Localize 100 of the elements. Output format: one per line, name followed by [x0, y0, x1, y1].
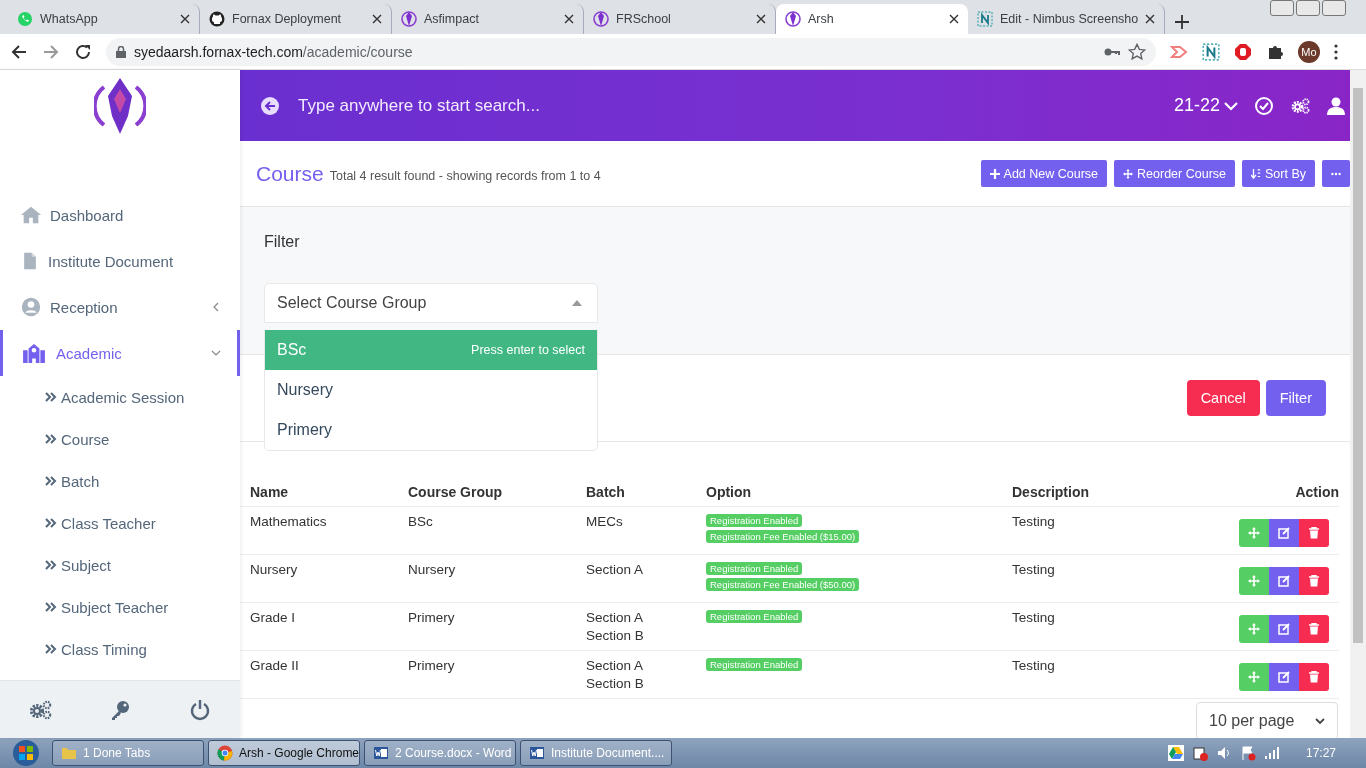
edit-button[interactable]	[1269, 615, 1299, 643]
double-chevron-icon	[45, 434, 57, 444]
back-icon[interactable]	[10, 42, 28, 61]
move-icon	[1123, 168, 1134, 179]
table-cell-text: Primery	[408, 610, 456, 625]
signal-icon[interactable]	[1263, 745, 1280, 761]
star-icon[interactable]	[1128, 42, 1146, 61]
sidebar-subitem[interactable]: Course	[0, 418, 240, 460]
table-cell-text: Primery	[408, 658, 456, 673]
forward-icon[interactable]	[42, 42, 60, 61]
table-cell-text: Testing	[1012, 514, 1056, 529]
flag-icon[interactable]	[1239, 745, 1256, 761]
chevron-down-icon	[1224, 100, 1238, 111]
gears-icon[interactable]	[28, 698, 52, 721]
action-button[interactable]: Sort By	[1242, 160, 1315, 187]
column-header: Option	[706, 484, 752, 500]
menu-icon[interactable]	[1334, 43, 1338, 60]
sidebar-item[interactable]: Reception	[0, 284, 240, 330]
new-tab-icon[interactable]	[1175, 15, 1190, 29]
key-icon[interactable]	[1104, 46, 1120, 57]
dropdown-option[interactable]: Primery	[265, 410, 597, 450]
stop-sign-icon[interactable]	[1234, 42, 1252, 61]
course-group-select[interactable]: Select Course Group	[264, 283, 598, 323]
edit-icon	[1278, 527, 1290, 539]
device-icon[interactable]	[1191, 745, 1208, 761]
gem-logo-icon	[94, 77, 146, 135]
edit-icon	[1278, 575, 1290, 587]
double-chevron-icon	[45, 518, 57, 528]
table-cell-text: Testing	[1012, 658, 1056, 673]
column-header: Batch	[586, 484, 625, 500]
delete-button[interactable]	[1299, 663, 1329, 691]
action-button[interactable]: Add New Course	[980, 160, 1108, 187]
gem-logo-icon	[785, 11, 801, 27]
sort-icon	[1251, 168, 1261, 179]
action-button[interactable]: Reorder Course	[1114, 160, 1235, 187]
table-cell-text: Section B	[586, 676, 645, 691]
gears-icon[interactable]	[1290, 95, 1310, 116]
sidebar-subitem[interactable]: Subject Teacher	[0, 586, 240, 628]
column-header: Action	[1295, 484, 1339, 500]
taskbar-item[interactable]: Arsh - Google Chrome	[208, 740, 360, 766]
per-page-select[interactable]: 10 per page	[1196, 702, 1338, 738]
profile-avatar[interactable]: Mo	[1298, 40, 1320, 63]
lock-icon	[116, 45, 126, 58]
search-field[interactable]: Type anywhere to start search...	[296, 94, 1158, 117]
delete-button[interactable]	[1299, 567, 1329, 595]
browser-tab[interactable]: Arsh	[776, 4, 968, 34]
session-dropdown[interactable]: 21-22	[1173, 95, 1238, 116]
move-icon	[1248, 575, 1260, 587]
scrollbar[interactable]	[1350, 70, 1366, 738]
close-button[interactable]	[1322, 0, 1346, 16]
delete-button[interactable]	[1299, 519, 1329, 547]
close-icon[interactable]	[180, 14, 190, 24]
check-circle-icon[interactable]	[1254, 95, 1274, 116]
filter-title: Filter	[264, 233, 300, 251]
close-icon[interactable]	[564, 14, 574, 24]
delete-button[interactable]	[1299, 615, 1329, 643]
address-bar[interactable]: syedaarsh.fornax-tech.com/academic/course	[106, 37, 1156, 66]
more-button[interactable]	[1322, 160, 1350, 187]
power-icon[interactable]	[188, 698, 212, 721]
sidebar-subitem[interactable]: Batch	[0, 460, 240, 502]
minimize-button[interactable]	[1270, 0, 1294, 16]
edit-icon	[1278, 671, 1290, 683]
double-chevron-icon	[45, 476, 57, 486]
close-icon[interactable]	[756, 14, 766, 24]
restore-button[interactable]	[1296, 0, 1320, 16]
trash-icon	[1308, 575, 1320, 587]
option-badge: Registration Enabled	[706, 514, 803, 527]
sidebar-subitem[interactable]: Academic Session	[0, 376, 240, 418]
folder-icon	[61, 745, 77, 761]
option-badge: Registration Enabled	[706, 610, 803, 623]
cancel-button[interactable]: Cancel	[1186, 380, 1260, 416]
triangle-logo-icon[interactable]	[1167, 745, 1184, 761]
sidebar-item[interactable]: Institute Document	[0, 238, 240, 284]
edit-button[interactable]	[1269, 519, 1299, 547]
speaker-icon[interactable]	[1215, 745, 1232, 761]
table-cell-text: Testing	[1012, 610, 1056, 625]
close-icon[interactable]	[372, 14, 382, 24]
close-icon[interactable]	[1145, 14, 1156, 24]
cat-icon	[209, 11, 225, 27]
option-badge: Registration Enabled	[706, 658, 803, 671]
sidebar-item[interactable]: Dashboard	[0, 192, 240, 238]
double-chevron-icon	[45, 602, 57, 612]
n-logo-icon[interactable]	[1202, 42, 1220, 61]
edit-button[interactable]	[1269, 663, 1299, 691]
column-header: Course Group	[408, 484, 503, 500]
home-icon	[20, 205, 42, 225]
caret-icon	[572, 300, 582, 306]
dropdown-option[interactable]: Nursery	[265, 370, 597, 410]
clock: 17:27	[1305, 746, 1336, 760]
sidebar-subitem[interactable]: Class Timing	[0, 628, 240, 670]
table-cell-text: Section A	[586, 658, 645, 673]
filter-button[interactable]: Filter	[1265, 380, 1326, 416]
close-icon[interactable]	[949, 14, 959, 24]
sidebar-subitem[interactable]: Subject	[0, 544, 240, 586]
reload-icon[interactable]	[74, 42, 92, 61]
edit-button[interactable]	[1269, 567, 1299, 595]
table-cell-text: Section A	[586, 610, 645, 625]
sidebar-subitem[interactable]: Class Teacher	[0, 502, 240, 544]
user-icon[interactable]	[1326, 95, 1346, 116]
double-chevron-icon	[45, 560, 57, 570]
